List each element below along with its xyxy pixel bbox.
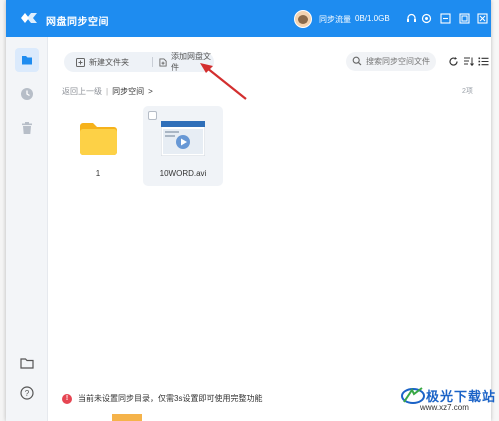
watermark-name: 极光下载站 xyxy=(426,388,497,404)
watermark-url: www.xz7.com xyxy=(420,403,469,412)
taskbar-fragment xyxy=(112,414,142,421)
annotation-arrow xyxy=(200,63,247,100)
